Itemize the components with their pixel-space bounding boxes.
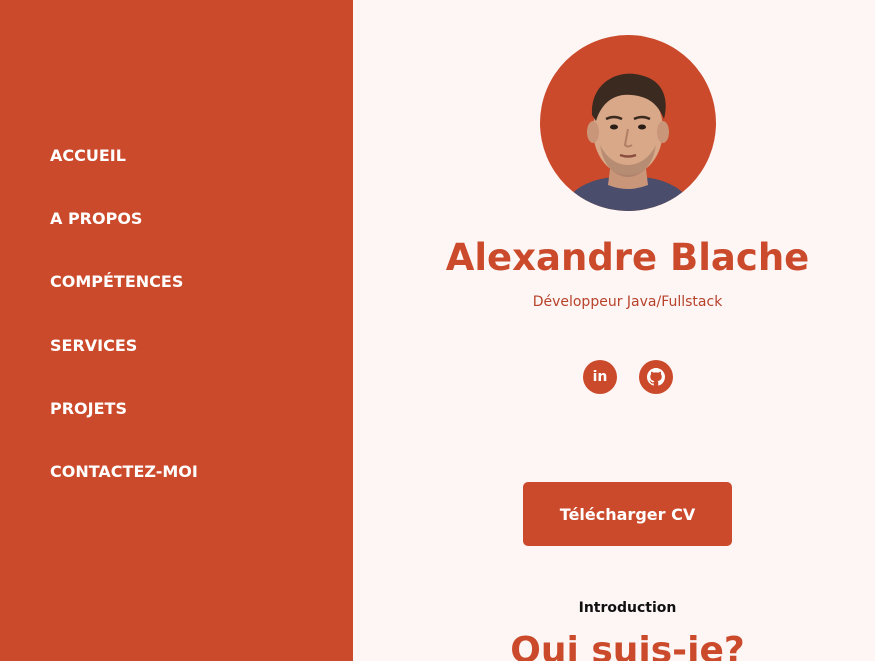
nav-item-competences[interactable]: COMPÉTENCES <box>50 272 183 291</box>
download-cv-button[interactable]: Télécharger CV <box>523 482 732 546</box>
linkedin-link[interactable]: in <box>583 360 617 394</box>
section-eyebrow: Introduction <box>578 600 677 616</box>
nav-item-contactez-moi[interactable]: CONTACTEZ-MOI <box>50 462 198 481</box>
portfolio-page: ACCUEIL A PROPOS COMPÉTENCES SERVICES PR… <box>0 0 875 661</box>
github-link[interactable] <box>639 360 673 394</box>
sidebar-nav: ACCUEIL A PROPOS COMPÉTENCES SERVICES PR… <box>0 0 353 661</box>
profile-role: Développeur Java/Fullstack <box>532 294 723 310</box>
profile-name: Alexandre Blache <box>445 236 810 279</box>
profile-avatar <box>540 35 716 211</box>
nav-item-accueil[interactable]: ACCUEIL <box>50 146 126 165</box>
github-icon <box>647 368 665 386</box>
nav-item-services[interactable]: SERVICES <box>50 336 137 355</box>
linkedin-icon: in <box>592 369 608 385</box>
nav-item-a-propos[interactable]: A PROPOS <box>50 209 142 228</box>
nav-item-projets[interactable]: PROJETS <box>50 399 127 418</box>
main-content: Alexandre Blache Développeur Java/Fullst… <box>353 0 875 661</box>
section-title: Qui suis-je? <box>510 630 745 661</box>
profile-photo <box>560 73 696 211</box>
